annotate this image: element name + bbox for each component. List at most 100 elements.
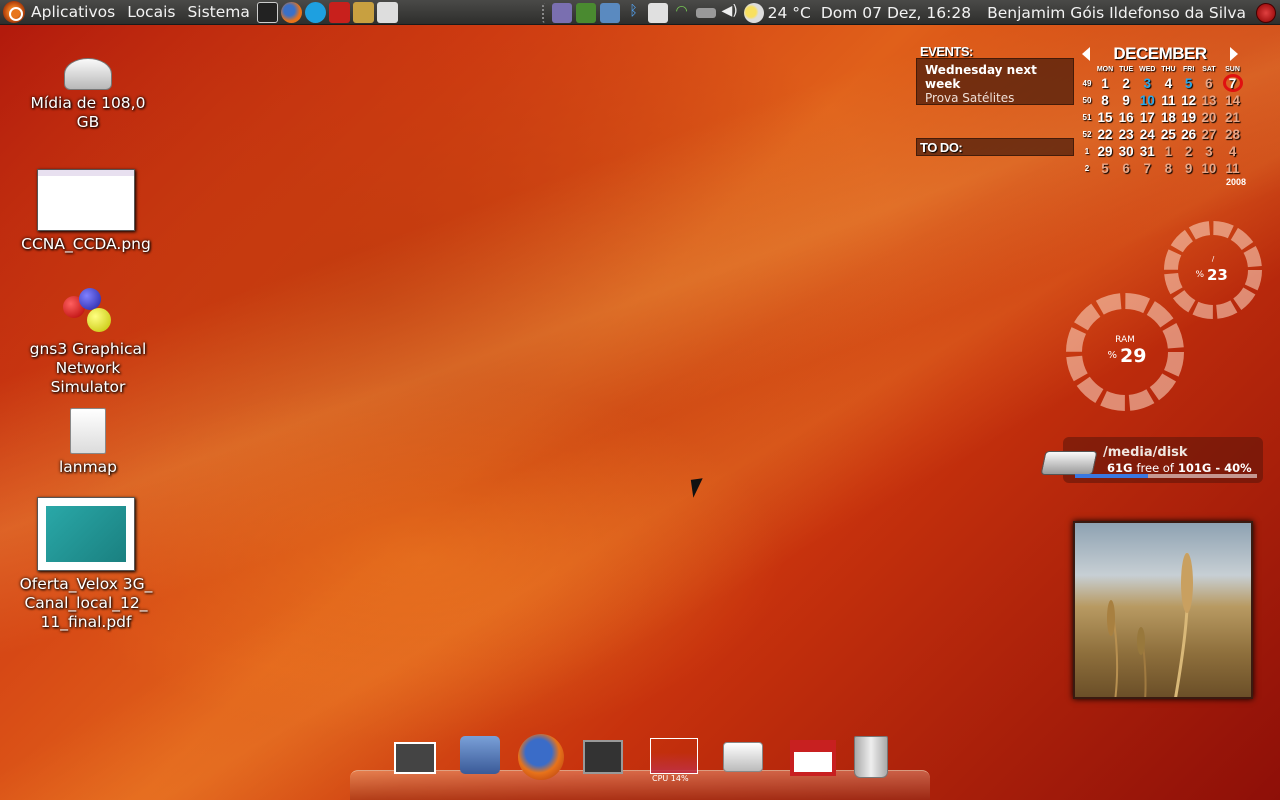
wheat-photo: [1107, 552, 1193, 697]
desktop-icon-gns3[interactable]: gns3 Graphical Network Simulator: [13, 288, 163, 397]
update-tray-icon[interactable]: [575, 2, 596, 23]
calendar-day[interactable]: 10: [1136, 92, 1158, 109]
wifi-icon[interactable]: ◠: [672, 3, 692, 23]
desktop-icon-label: CCNA_CCDA.png: [21, 235, 151, 253]
notes-launcher-icon[interactable]: [377, 1, 399, 23]
calendar-day[interactable]: 9: [1179, 160, 1199, 177]
dock-terminal-icon[interactable]: [578, 734, 628, 780]
dock-cpu-label: CPU 14%: [652, 774, 689, 783]
clipboard-icon[interactable]: [647, 2, 668, 23]
temperature[interactable]: 24 °C: [766, 4, 815, 22]
power-icon[interactable]: [1256, 2, 1276, 23]
calendar-day[interactable]: 12: [1179, 92, 1199, 109]
panel-tray: ᛒ ◠ ◀) 24 °C Dom 07 Dez, 16:28 Benjamim …: [540, 0, 1280, 25]
calendar-day[interactable]: 22: [1094, 126, 1116, 143]
ram-gauge-symbol: %: [1107, 350, 1117, 361]
menu-sistema[interactable]: Sistema: [181, 3, 255, 21]
dock-screenshot-icon[interactable]: [390, 734, 440, 780]
dock-gmail-icon[interactable]: [788, 734, 838, 780]
dock-cpu-monitor-icon[interactable]: CPU 14%: [649, 734, 699, 783]
calendar-day[interactable]: 27: [1199, 126, 1219, 143]
calendar-year: 2008: [1225, 177, 1246, 187]
calendar-day[interactable]: 10: [1199, 160, 1219, 177]
bluetooth-icon[interactable]: ᛒ: [624, 3, 644, 23]
desktop-icon-label: Mídia de 108,0 GB: [30, 94, 146, 131]
calendar-day[interactable]: 16: [1116, 109, 1136, 126]
desktop-icon-label: gns3 Graphical Network Simulator: [29, 340, 147, 396]
dock-trash-icon[interactable]: [846, 734, 896, 780]
disk-path: /media/disk: [1103, 445, 1188, 460]
calendar-day[interactable]: 3: [1136, 74, 1158, 92]
calendar-day[interactable]: 18: [1158, 109, 1178, 126]
calendar-day[interactable]: 2: [1179, 143, 1199, 160]
calendar-day[interactable]: 11: [1158, 92, 1178, 109]
day-name: MON: [1096, 65, 1114, 73]
menu-locais[interactable]: Locais: [121, 3, 181, 21]
clock[interactable]: Dom 07 Dez, 16:28: [815, 4, 977, 22]
calendar-day[interactable]: 9: [1116, 92, 1136, 109]
terminal-launcher-icon[interactable]: [257, 1, 279, 23]
calendar-day[interactable]: 20: [1199, 109, 1219, 126]
weather-icon[interactable]: [743, 2, 764, 23]
disk-widget: /media/disk 61G free of 101G - 40%: [1040, 437, 1263, 483]
calendar-day[interactable]: 17: [1136, 109, 1158, 126]
top-panel: Aplicativos Locais Sistema ᛒ ◠ ◀) 24 °C …: [0, 0, 1280, 25]
settings-tray-icon[interactable]: [551, 2, 572, 23]
calendar-day[interactable]: 13: [1199, 92, 1219, 109]
week-number: 51: [1082, 113, 1092, 122]
username[interactable]: Benjamim Góis Ildefonso da Silva: [977, 4, 1252, 22]
calendar-day[interactable]: 5: [1094, 160, 1116, 177]
calendar-day[interactable]: 29: [1094, 143, 1116, 160]
menu-aplicativos[interactable]: Aplicativos: [25, 3, 121, 21]
calendar-day[interactable]: 2: [1116, 74, 1136, 92]
calendar-day[interactable]: 11: [1219, 160, 1246, 177]
dock-drive-icon[interactable]: [718, 734, 768, 780]
battery-icon[interactable]: [695, 7, 716, 18]
calendar-day[interactable]: 31: [1136, 143, 1158, 160]
desktop-icon-ccna[interactable]: CCNA_CCDA.png: [11, 169, 161, 254]
calendar-day[interactable]: 19: [1179, 109, 1199, 126]
calendar-day[interactable]: 5: [1179, 74, 1199, 92]
dock-install-icon[interactable]: [455, 734, 505, 780]
calendar-day[interactable]: 4: [1219, 143, 1246, 160]
calendar-day[interactable]: 25: [1158, 126, 1178, 143]
events-widget: EVENTS: Wednesday next week Prova Satéli…: [916, 44, 1074, 156]
calendar-day[interactable]: 7: [1136, 160, 1158, 177]
calendar-day[interactable]: 1: [1094, 74, 1116, 92]
calendar-day[interactable]: 6: [1116, 160, 1136, 177]
calendar-day[interactable]: 21: [1219, 109, 1246, 126]
calendar-day[interactable]: 7: [1219, 74, 1246, 92]
calendar-day[interactable]: 14: [1219, 92, 1246, 109]
calendar-day[interactable]: 23: [1116, 126, 1136, 143]
app-launcher-icon[interactable]: [329, 1, 351, 23]
desktop-icon-label: Oferta_Velox 3G_ Canal_local_12_ 11_fina…: [19, 575, 153, 631]
firefox-launcher-icon[interactable]: [281, 1, 303, 23]
desktop-icon-media[interactable]: Mídia de 108,0 GB: [13, 58, 163, 132]
prev-month-icon[interactable]: [1082, 47, 1090, 61]
ubuntu-logo-icon[interactable]: [3, 1, 25, 23]
next-month-icon[interactable]: [1229, 47, 1238, 61]
disk-usage-bar: [1075, 474, 1257, 478]
calendar-day[interactable]: 4: [1158, 74, 1178, 92]
folder-launcher-icon[interactable]: [353, 1, 375, 23]
calendar-day[interactable]: 6: [1199, 74, 1219, 92]
calendar-day[interactable]: 26: [1179, 126, 1199, 143]
calendar-day[interactable]: 24: [1136, 126, 1158, 143]
network-manager-icon[interactable]: [599, 2, 620, 23]
skype-launcher-icon[interactable]: [305, 1, 327, 23]
dock-firefox-icon[interactable]: [516, 734, 566, 780]
calendar-day[interactable]: 30: [1116, 143, 1136, 160]
drive-icon: [64, 58, 112, 90]
desktop-icon-pdf[interactable]: Oferta_Velox 3G_ Canal_local_12_ 11_fina…: [11, 497, 161, 632]
calendar-day[interactable]: 28: [1219, 126, 1246, 143]
cpu-gauge-top-label: /: [1212, 255, 1215, 263]
calendar-day[interactable]: 8: [1094, 92, 1116, 109]
desktop-icon-lanmap[interactable]: lanmap: [13, 408, 163, 477]
calendar-day[interactable]: 1: [1158, 143, 1178, 160]
calendar-day[interactable]: 8: [1158, 160, 1178, 177]
volume-icon[interactable]: ◀): [720, 3, 740, 23]
calendar-day[interactable]: 3: [1199, 143, 1219, 160]
calendar-day[interactable]: 15: [1094, 109, 1116, 126]
week-number: 1: [1084, 147, 1090, 156]
text-file-icon: [70, 408, 106, 454]
